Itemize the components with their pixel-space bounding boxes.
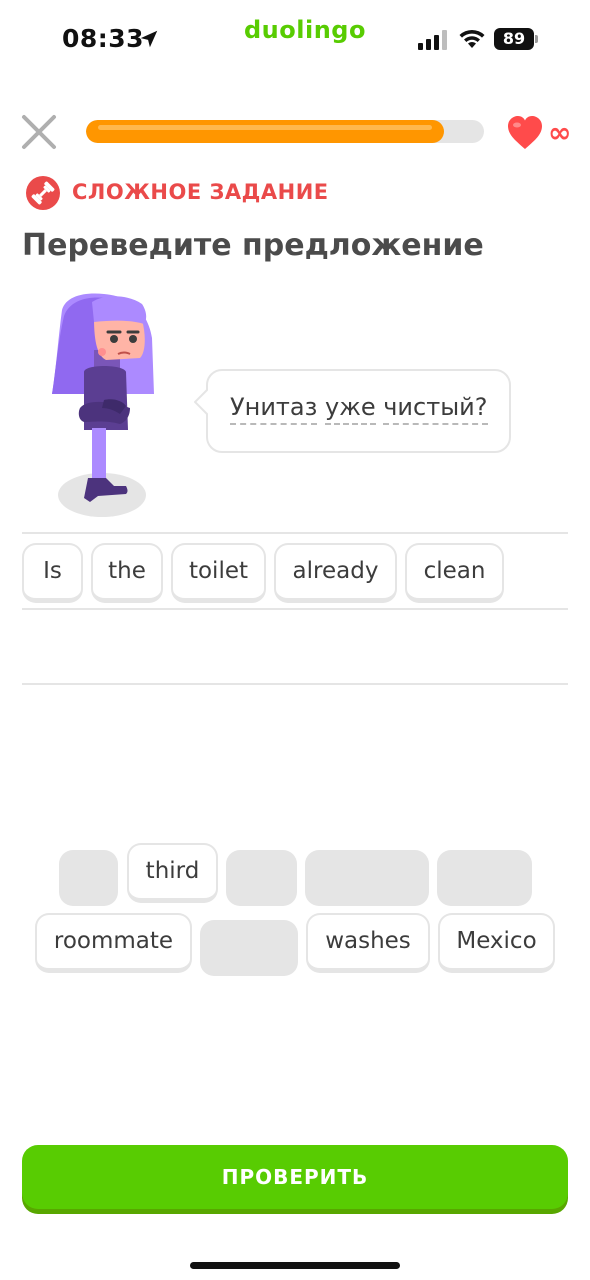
duolingo-logo: duolingo <box>244 16 366 44</box>
word-bank-tile[interactable]: washes <box>306 913 430 973</box>
prompt-word[interactable]: Унитаз <box>230 393 318 425</box>
cellular-signal-icon <box>418 30 447 50</box>
battery-tip <box>535 35 538 43</box>
answer-tile[interactable]: already <box>274 543 397 603</box>
battery-icon: 89 <box>494 28 538 50</box>
answer-line <box>22 683 568 685</box>
answer-tile[interactable]: the <box>91 543 163 603</box>
answer-line <box>22 608 568 610</box>
status-time: 08:33 <box>62 24 145 53</box>
dumbbell-icon <box>26 176 60 210</box>
prompt-word[interactable]: чистый? <box>383 393 488 425</box>
wifi-icon <box>459 29 485 48</box>
check-button[interactable]: ПРОВЕРИТЬ <box>22 1145 568 1209</box>
bubble-tail <box>194 388 220 416</box>
prompt-sentence: Унитаз уже чистый? <box>230 393 488 425</box>
status-bar: 08:33 duolingo 89 <box>0 0 590 80</box>
close-button[interactable] <box>20 113 58 151</box>
word-bank-slot-empty <box>59 850 118 906</box>
answer-tile[interactable]: clean <box>405 543 504 603</box>
answer-line <box>22 532 568 534</box>
answer-tile[interactable]: toilet <box>171 543 266 603</box>
word-bank-slot-empty <box>200 920 298 976</box>
word-bank-slot-empty <box>437 850 532 906</box>
progress-fill <box>86 120 445 143</box>
word-bank-tile[interactable]: third <box>127 843 218 903</box>
home-indicator <box>190 1262 400 1269</box>
location-arrow-icon <box>140 30 158 48</box>
answer-tile[interactable]: Is <box>22 543 83 603</box>
heart-icon <box>508 116 542 149</box>
speech-bubble: Унитаз уже чистый? <box>194 369 511 453</box>
battery-level: 89 <box>494 28 534 50</box>
progress-shine <box>98 125 433 130</box>
lesson-progress-bar <box>86 120 484 143</box>
word-bank-slot-empty <box>226 850 297 906</box>
prompt-word[interactable]: уже <box>325 393 376 425</box>
word-bank-tile[interactable]: roommate <box>35 913 192 973</box>
hearts-indicator[interactable]: ∞ <box>506 115 576 151</box>
page-title: Переведите предложение <box>22 228 484 263</box>
close-icon <box>22 115 56 149</box>
character-illustration <box>52 293 154 517</box>
hearts-count: ∞ <box>548 116 572 149</box>
word-bank-slot-empty <box>305 850 429 906</box>
challenge-label: СЛОЖНОЕ ЗАДАНИЕ <box>72 180 329 204</box>
word-bank-tile[interactable]: Mexico <box>438 913 555 973</box>
